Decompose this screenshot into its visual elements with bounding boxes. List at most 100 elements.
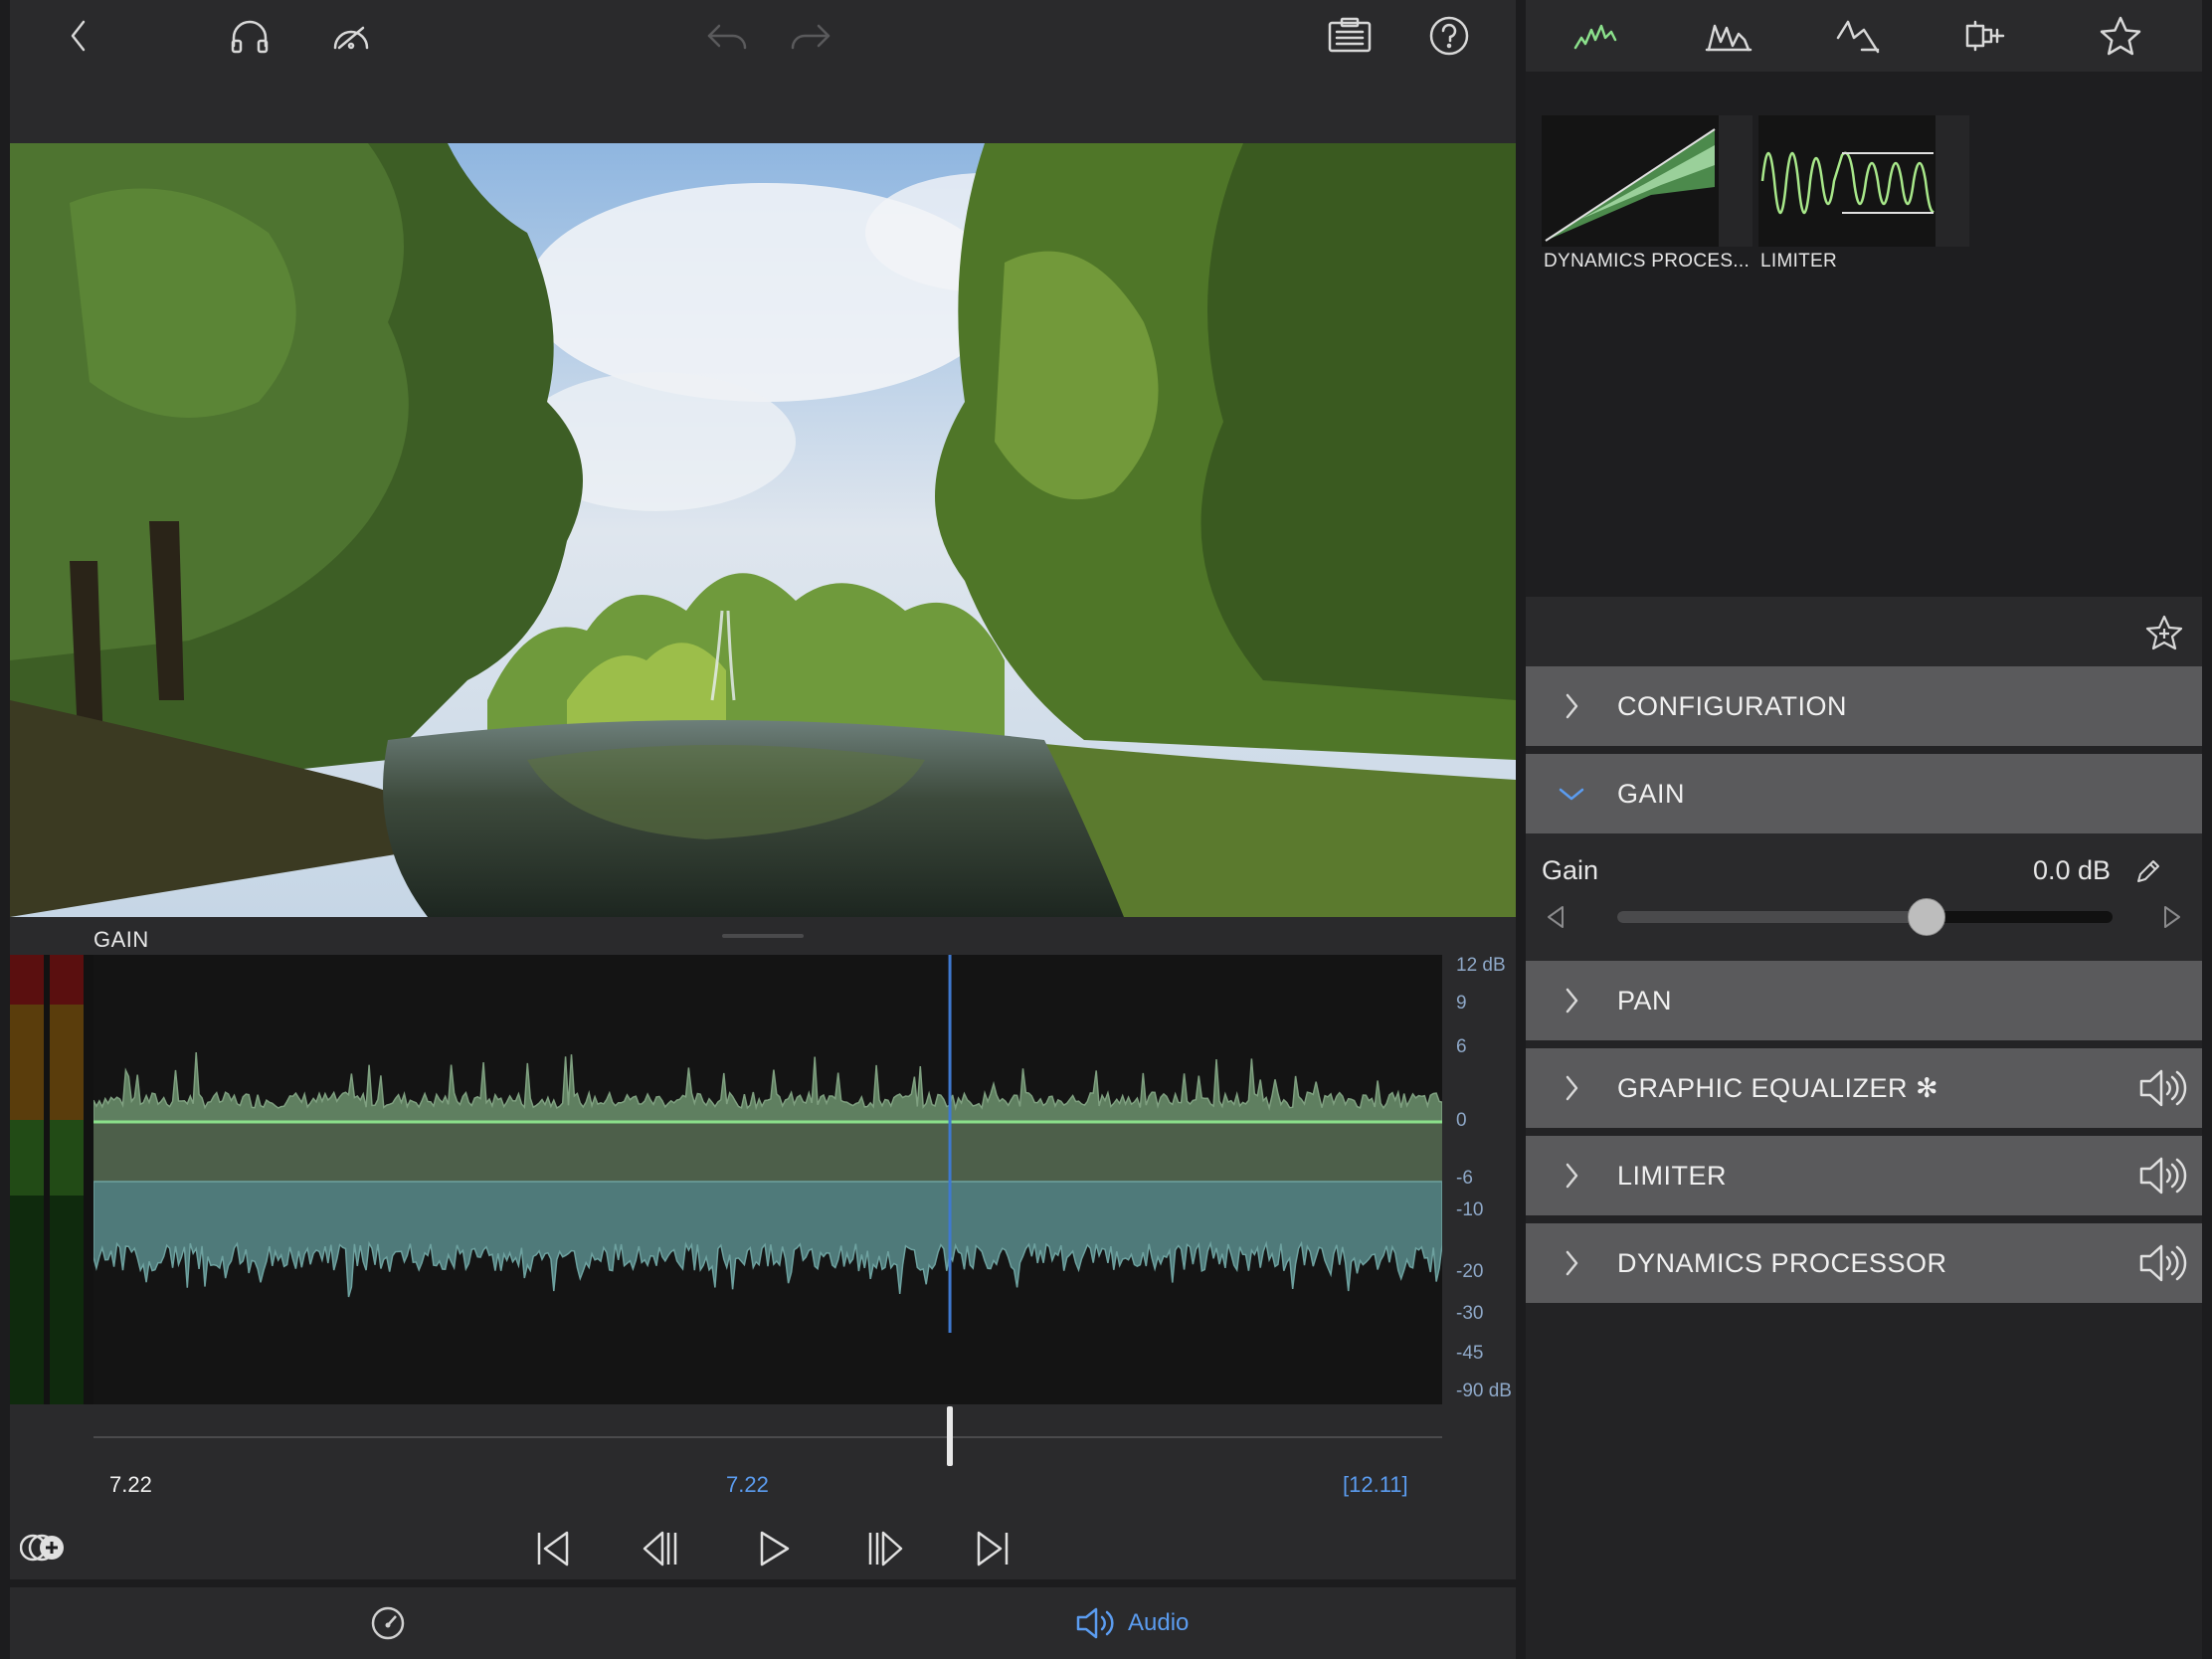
limiter-wave-icon bbox=[1760, 151, 1935, 215]
plugin-label: LIMITER bbox=[1760, 251, 1838, 272]
audio-editor: GAIN 12 dB 9 6 0 -6 -10 -20 -30 -45 -90 … bbox=[10, 917, 1516, 1579]
db-tick-0: 0 bbox=[1456, 1110, 1467, 1131]
step-back-button[interactable] bbox=[631, 1522, 690, 1575]
increment-button[interactable] bbox=[2152, 897, 2192, 937]
db-tick-minus10: -10 bbox=[1456, 1199, 1484, 1220]
tab-favorites[interactable] bbox=[2081, 8, 2160, 64]
add-track-button[interactable] bbox=[20, 1526, 68, 1569]
tab-amplifier[interactable] bbox=[1945, 8, 2025, 64]
db-tick-9: 9 bbox=[1456, 993, 1467, 1014]
resize-handle[interactable] bbox=[722, 934, 804, 938]
section-title: PAN bbox=[1617, 985, 1673, 1015]
gain-label: Gain bbox=[1542, 855, 1599, 885]
chevron-right-icon bbox=[1526, 961, 1617, 1040]
video-preview[interactable] bbox=[10, 143, 1516, 917]
headphones-button[interactable] bbox=[221, 8, 278, 64]
editor-title: GAIN bbox=[93, 927, 149, 952]
waveform-view[interactable] bbox=[93, 955, 1442, 1404]
section-title: DYNAMICS PROCESSOR bbox=[1617, 1247, 1947, 1278]
db-tick-minus20: -20 bbox=[1456, 1261, 1484, 1282]
editor-panel: GAIN 12 dB 9 6 0 -6 -10 -20 -30 -45 -90 … bbox=[10, 0, 1516, 1659]
waveform bbox=[93, 955, 1442, 1333]
back-chevron-icon bbox=[71, 20, 86, 52]
edit-value-button[interactable] bbox=[2130, 853, 2166, 889]
level-meters bbox=[10, 955, 93, 1404]
db-tick-12: 12 dB bbox=[1456, 955, 1506, 976]
clipboard-icon bbox=[1328, 17, 1372, 53]
plugin-limiter[interactable]: LIMITER bbox=[1758, 115, 1969, 284]
back-button[interactable] bbox=[50, 8, 107, 64]
step-back-icon bbox=[643, 1531, 677, 1567]
level-meter-left bbox=[10, 955, 44, 1404]
toolbar-spacer bbox=[10, 72, 1516, 143]
add-favorite-button[interactable] bbox=[2142, 611, 2186, 654]
triangle-right-icon bbox=[2164, 906, 2180, 928]
gain-value: 0.0 dB bbox=[2032, 855, 2111, 885]
amplifier-tab-icon bbox=[1965, 20, 2005, 52]
tab-filter[interactable] bbox=[1818, 8, 1898, 64]
skip-to-start-icon bbox=[537, 1531, 569, 1567]
effects-rack: DYNAMICS PROCES... LIMITER bbox=[1526, 72, 2202, 597]
decrement-button[interactable] bbox=[1536, 897, 1575, 937]
plugin-dynamics-processor[interactable]: DYNAMICS PROCES... bbox=[1542, 115, 1752, 284]
timeline-track[interactable] bbox=[93, 1436, 1442, 1438]
time-current: 7.22 bbox=[726, 1472, 769, 1497]
tab-audio[interactable]: Audio bbox=[1074, 1597, 1189, 1649]
section-configuration[interactable]: CONFIGURATION bbox=[1526, 666, 2202, 746]
dynamics-tab-icon bbox=[1573, 24, 1617, 50]
section-title: LIMITER bbox=[1617, 1160, 1728, 1191]
tab-dynamics[interactable] bbox=[1556, 8, 1635, 64]
section-limiter[interactable]: LIMITER bbox=[1526, 1136, 2202, 1215]
pencil-icon bbox=[2137, 860, 2159, 882]
section-gain[interactable]: GAIN bbox=[1526, 754, 2202, 833]
favorites-tab-icon bbox=[2100, 16, 2141, 56]
help-icon bbox=[1429, 16, 1469, 56]
skip-to-end-button[interactable] bbox=[963, 1522, 1022, 1575]
time-duration: [12.11] bbox=[1343, 1472, 1408, 1497]
section-dynamics-processor[interactable]: DYNAMICS PROCESSOR bbox=[1526, 1223, 2202, 1303]
section-pan[interactable]: PAN bbox=[1526, 961, 2202, 1040]
headphones-icon bbox=[231, 20, 269, 54]
redo-button[interactable] bbox=[782, 8, 839, 64]
skip-to-start-button[interactable] bbox=[523, 1522, 583, 1575]
play-button[interactable] bbox=[744, 1522, 804, 1575]
chevron-right-icon bbox=[1526, 1048, 1617, 1128]
speed-button[interactable] bbox=[322, 8, 380, 64]
limiter-thumbnail bbox=[1758, 115, 1969, 247]
chevron-right-icon bbox=[1526, 1136, 1617, 1215]
bypass-toggle[interactable] bbox=[2122, 1223, 2202, 1303]
level-meter-right bbox=[50, 955, 84, 1404]
clipboard-button[interactable] bbox=[1321, 8, 1379, 64]
gain-slider-knob[interactable] bbox=[1908, 898, 1946, 936]
scrub-handle[interactable] bbox=[947, 1406, 954, 1466]
gain-slider[interactable] bbox=[1617, 898, 2113, 936]
db-tick-minus30: -30 bbox=[1456, 1303, 1484, 1324]
section-title: GAIN bbox=[1617, 778, 1686, 809]
star-add-icon bbox=[2145, 615, 2183, 650]
section-graphic-equalizer[interactable]: GRAPHIC EQUALIZER ✻ bbox=[1526, 1048, 2202, 1128]
bypass-toggle[interactable] bbox=[2122, 1136, 2202, 1215]
add-track-icon bbox=[20, 1534, 64, 1562]
db-tick-minus90: -90 dB bbox=[1456, 1381, 1512, 1401]
chevron-right-icon bbox=[1526, 1223, 1617, 1303]
db-tick-minus6: -6 bbox=[1456, 1168, 1473, 1189]
tab-speed[interactable] bbox=[358, 1597, 418, 1649]
effects-panel: DYNAMICS PROCES... LIMITER CONFIGURATION… bbox=[1526, 0, 2202, 1659]
section-title: GRAPHIC EQUALIZER ✻ bbox=[1617, 1072, 1939, 1103]
play-icon bbox=[760, 1531, 790, 1567]
undo-button[interactable] bbox=[698, 8, 756, 64]
equalizer-tab-icon bbox=[1705, 24, 1752, 52]
dynamics-thumbnail bbox=[1542, 115, 1752, 247]
help-button[interactable] bbox=[1420, 8, 1478, 64]
top-toolbar bbox=[10, 0, 1516, 72]
section-title: CONFIGURATION bbox=[1617, 690, 1847, 721]
speaker-icon bbox=[2139, 1157, 2187, 1195]
gain-slider-fill bbox=[1617, 911, 1928, 923]
bypass-toggle[interactable] bbox=[2122, 1048, 2202, 1128]
redo-icon bbox=[791, 24, 830, 50]
tab-equalizer[interactable] bbox=[1689, 8, 1768, 64]
speaker-icon bbox=[2139, 1069, 2187, 1107]
step-forward-button[interactable] bbox=[855, 1522, 915, 1575]
effects-tabbar bbox=[1526, 0, 2202, 72]
filter-tab-icon bbox=[1836, 20, 1880, 54]
